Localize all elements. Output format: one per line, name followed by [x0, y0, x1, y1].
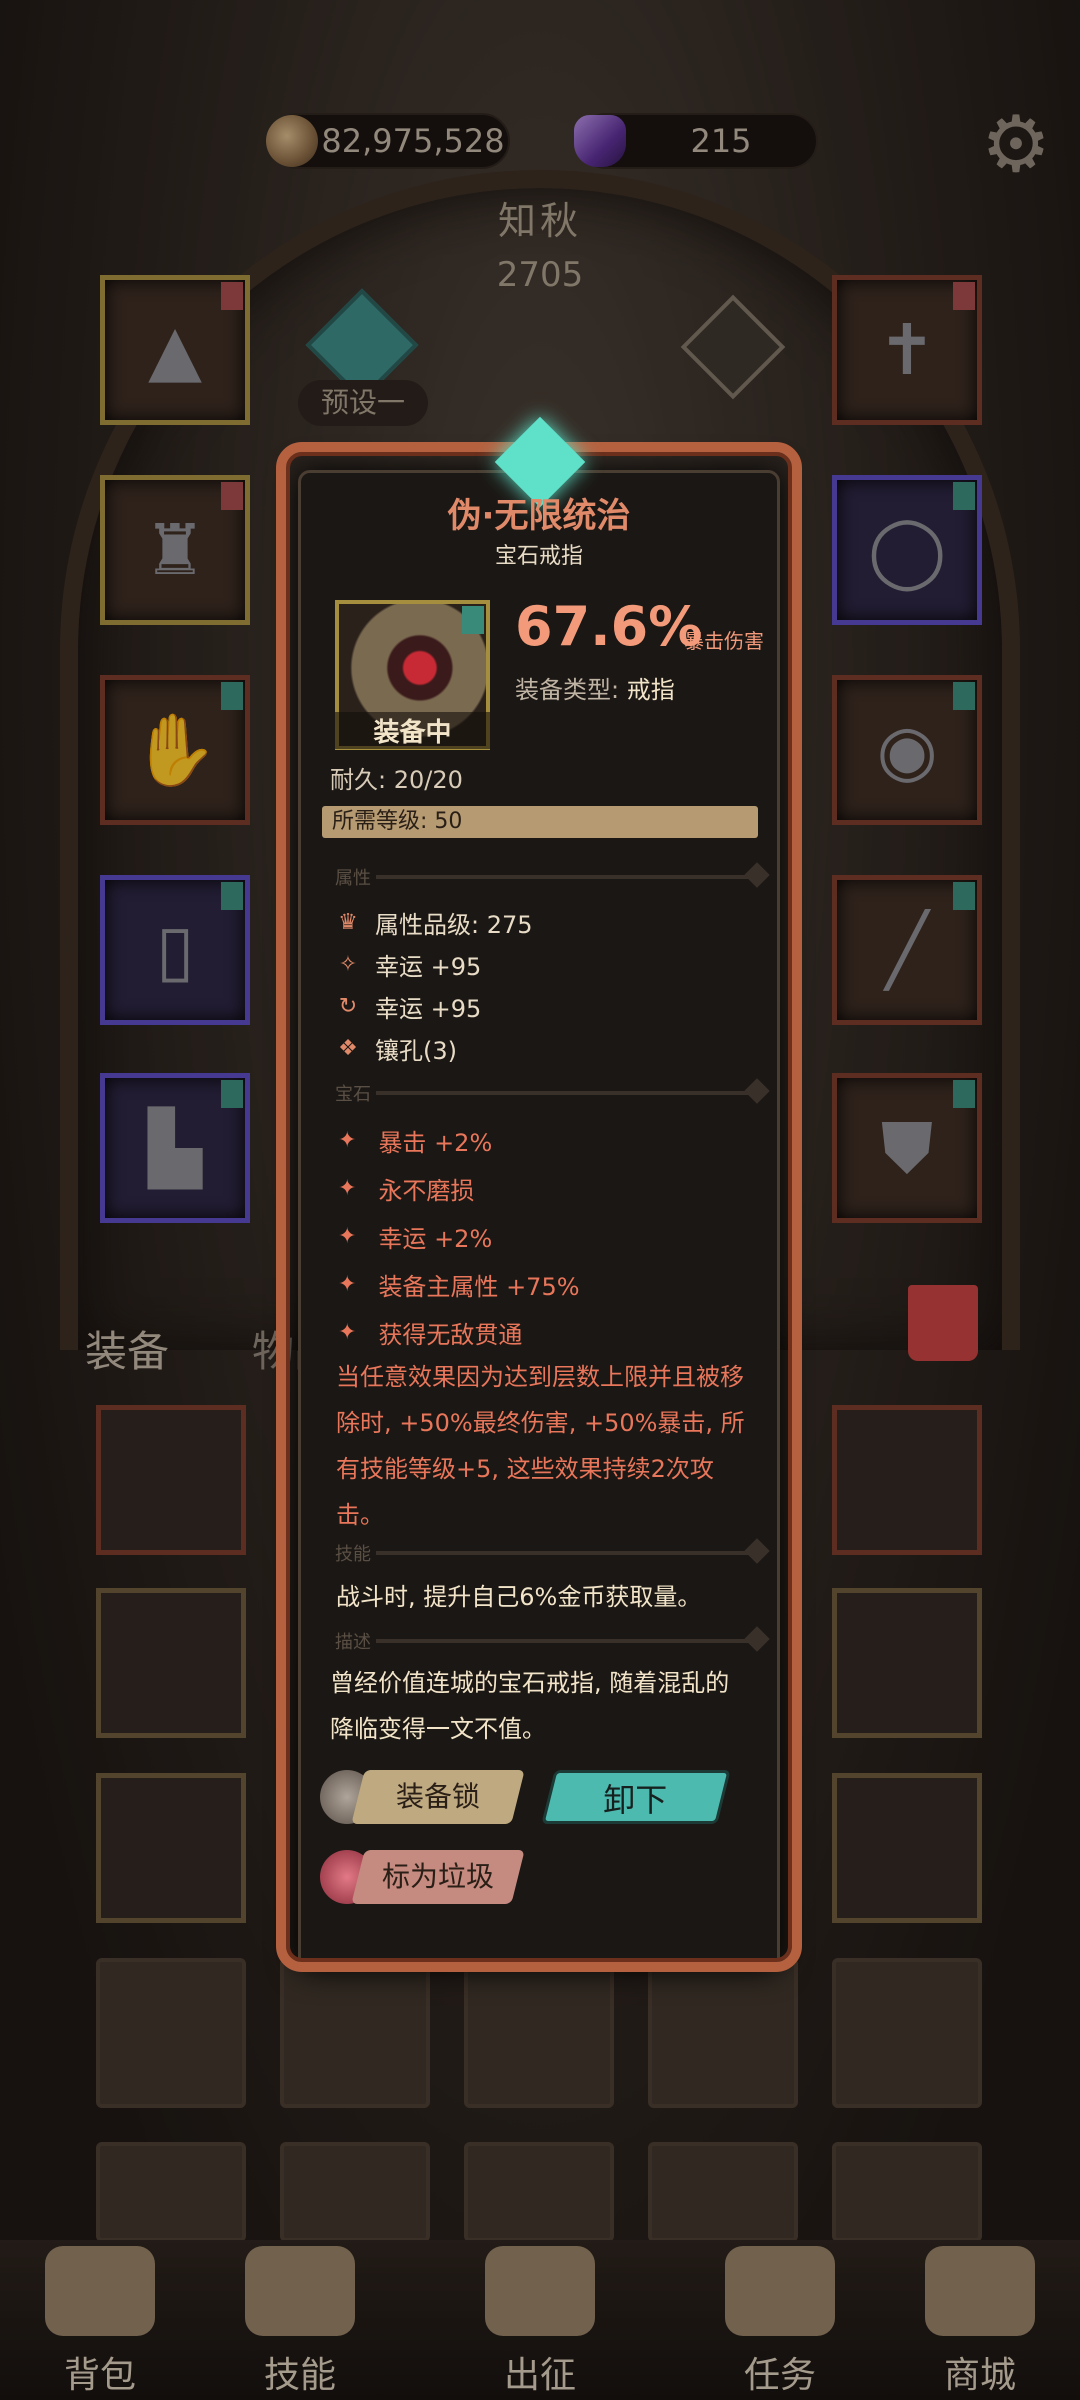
- equipped-label: 装备中: [335, 712, 490, 749]
- gem-text: 装备主属性 +75%: [378, 1273, 580, 1301]
- item-type-value: 戒指: [626, 676, 675, 704]
- gem-row: ✦ 幸运 +2%: [338, 1219, 492, 1254]
- section-description: 描述: [335, 1632, 371, 1653]
- cycle-icon: ↻: [338, 993, 358, 1019]
- required-level: 所需等级: 50: [322, 806, 758, 838]
- item-name: 伪·无限统治: [447, 496, 631, 536]
- divider: [376, 1091, 756, 1095]
- divider: [376, 1639, 756, 1643]
- clover-icon: ✧: [338, 951, 358, 977]
- item-type: 装备类型: 戒指: [515, 670, 675, 705]
- attribute-text: 幸运 +95: [375, 953, 482, 981]
- durability: 耐久: 20/20: [330, 766, 463, 794]
- main-stat-value: 67.6%: [515, 595, 703, 658]
- sparkle-icon: ✦: [338, 1176, 357, 1201]
- gem-text: 幸运 +2%: [378, 1225, 493, 1253]
- sparkle-icon: ✦: [338, 1272, 357, 1297]
- equipment-lock-button[interactable]: 装备锁: [351, 1770, 525, 1824]
- sparkle-icon: ✦: [338, 1128, 357, 1153]
- gem-row: ✦ 装备主属性 +75%: [338, 1267, 580, 1302]
- gem-row: ✦ 暴击 +2%: [338, 1123, 492, 1158]
- skill-text: 战斗时, 提升自己6%金币获取量。: [336, 1583, 702, 1611]
- socket-icon: ❖: [338, 1035, 358, 1061]
- attribute-row: ✧ 幸运 +95: [335, 947, 482, 982]
- attribute-text: 属性品级: 275: [375, 911, 533, 939]
- crown-icon: ♛: [338, 909, 358, 935]
- gem-text: 暴击 +2%: [378, 1129, 493, 1157]
- gem-row: ✦ 永不磨损: [338, 1171, 474, 1206]
- button-label: 卸下: [603, 1781, 668, 1819]
- attribute-row: ❖ 镶孔(3): [335, 1031, 457, 1066]
- divider: [376, 875, 756, 879]
- sparkle-icon: ✦: [338, 1320, 357, 1345]
- unequip-button[interactable]: 卸下: [541, 1770, 731, 1824]
- mark-as-trash-button[interactable]: 标为垃圾: [351, 1850, 525, 1904]
- divider: [376, 1551, 756, 1555]
- attribute-text: 幸运 +95: [375, 995, 482, 1023]
- sparkle-icon: ✦: [338, 1224, 357, 1249]
- item-type-label: 装备类型:: [515, 676, 620, 704]
- main-stat-label: 暴击伤害: [684, 629, 764, 653]
- attribute-row: ↻ 幸运 +95: [335, 989, 482, 1024]
- gem-text: 永不磨损: [378, 1177, 475, 1205]
- gem-effect-text: 当任意效果因为达到层数上限并且被移除时, +50%最终伤害, +50%暴击, 所…: [336, 1363, 745, 1529]
- section-attributes: 属性: [335, 868, 371, 889]
- attribute-row: ♛ 属性品级: 275: [335, 905, 533, 940]
- item-subtitle: 宝石戒指: [494, 544, 583, 569]
- section-gems: 宝石: [335, 1084, 371, 1105]
- button-label: 装备锁: [395, 1780, 480, 1813]
- gem-row: ✦ 获得无敌贯通: [338, 1315, 522, 1350]
- gem-text: 获得无敌贯通: [378, 1321, 523, 1349]
- section-skills: 技能: [335, 1544, 371, 1565]
- description-text: 曾经价值连城的宝石戒指, 随着混乱的降临变得一文不值。: [330, 1669, 730, 1743]
- attribute-text: 镶孔(3): [375, 1037, 457, 1065]
- rarity-badge: [462, 606, 484, 634]
- button-label: 标为垃圾: [381, 1860, 494, 1893]
